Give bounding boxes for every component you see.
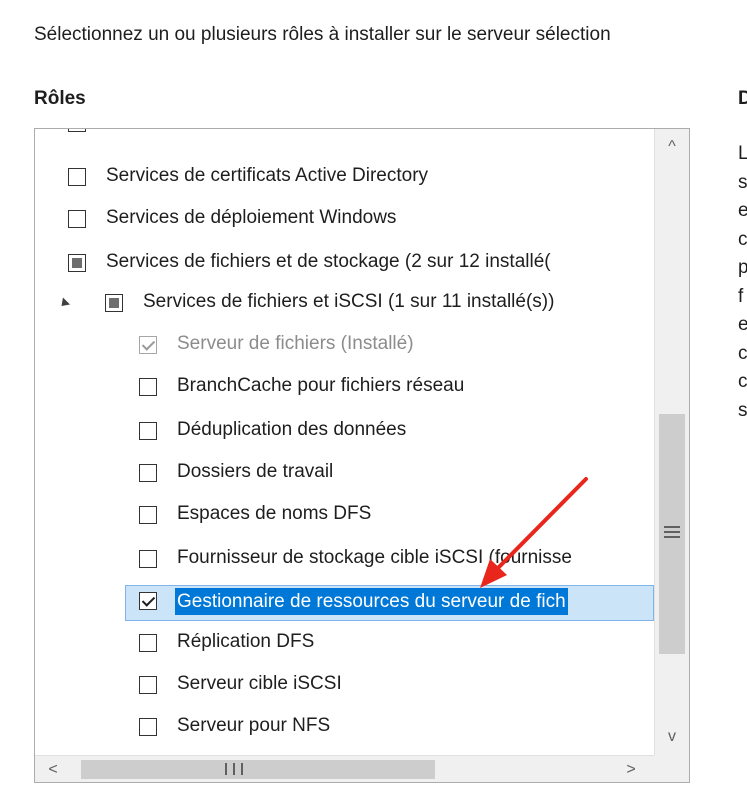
role-row[interactable]: Serveur de fichiers (Installé) (35, 329, 654, 365)
role-row[interactable]: BranchCache pour fichiers réseau (35, 371, 654, 407)
expand-collapse-icon[interactable] (57, 297, 71, 310)
role-label: Serveur cible iSCSI (177, 673, 342, 694)
description-line: f (738, 285, 744, 307)
role-checkbox[interactable] (139, 634, 157, 652)
description-line: c (738, 228, 747, 250)
role-label: Déduplication des données (177, 419, 407, 440)
role-checkbox[interactable] (139, 464, 157, 482)
horizontal-scroll-thumb[interactable] (81, 760, 435, 779)
scroll-right-arrow-icon[interactable]: > (613, 756, 649, 782)
scrollbar-corner (654, 755, 689, 782)
roles-list-viewport: Services de certificats Active Directory… (35, 129, 654, 755)
description-text: L s e c p f e c c s (738, 140, 747, 425)
role-label: BranchCache pour fichiers réseau (177, 375, 465, 396)
roles-heading: Rôles (34, 88, 86, 109)
horizontal-grip-icon (225, 763, 243, 775)
role-checkbox[interactable] (139, 378, 157, 396)
role-checkbox[interactable] (68, 129, 86, 132)
scroll-left-arrow-icon[interactable]: < (35, 756, 71, 782)
role-label: Services de fichiers et iSCSI (1 sur 11 … (143, 291, 555, 312)
description-line: L (738, 143, 747, 164)
role-checkbox[interactable] (68, 210, 86, 228)
role-label: Dossiers de travail (177, 461, 334, 482)
description-line: s (738, 399, 747, 421)
role-checkbox[interactable] (139, 506, 157, 524)
role-label: Gestionnaire de ressources du serveur de… (175, 588, 568, 615)
description-line: s (738, 171, 747, 193)
instruction-text: Sélectionnez un ou plusieurs rôles à ins… (34, 24, 611, 45)
role-checkbox[interactable] (68, 254, 86, 272)
description-line: e (738, 200, 747, 221)
scroll-up-glyph: ^ (668, 138, 676, 155)
role-checkbox[interactable] (139, 550, 157, 568)
role-label: Services de certificats Active Directory (106, 165, 429, 186)
scroll-up-arrow-icon[interactable]: ^ (655, 129, 689, 165)
vertical-grip-icon (664, 526, 680, 540)
description-line: p (738, 257, 747, 278)
role-label: Réplication DFS (177, 631, 315, 652)
add-roles-page: Sélectionnez un ou plusieurs rôles à ins… (0, 0, 747, 799)
role-row[interactable]: Fournisseur de stockage cible iSCSI (fou… (35, 543, 654, 579)
role-label: Serveur de fichiers (Installé) (177, 333, 414, 354)
description-heading: D (738, 88, 747, 109)
description-line: c (738, 342, 747, 364)
role-label: Serveur pour NFS (177, 715, 331, 736)
role-row[interactable]: Gestionnaire de ressources du serveur de… (35, 585, 654, 621)
roles-tree-list[interactable]: Services de certificats Active Directory… (34, 128, 690, 783)
role-row[interactable]: Serveur cible iSCSI (35, 669, 654, 705)
role-checkbox[interactable] (139, 718, 157, 736)
role-row[interactable]: Déduplication des données (35, 415, 654, 451)
role-row[interactable]: Services de fichiers et de stockage (2 s… (35, 247, 654, 283)
role-checkbox[interactable] (139, 676, 157, 694)
role-row[interactable]: Services de certificats Active Directory (35, 161, 654, 197)
role-checkbox[interactable] (139, 592, 157, 610)
role-label: Services de déploiement Windows (106, 207, 397, 228)
role-label: Services de fichiers et de stockage (2 s… (106, 251, 551, 272)
description-line: c (738, 371, 747, 392)
role-row[interactable]: Services de fichiers et iSCSI (1 sur 11 … (35, 287, 654, 323)
scroll-down-glyph: v (668, 728, 676, 745)
scroll-right-glyph: > (626, 761, 636, 778)
role-checkbox[interactable] (105, 294, 123, 312)
role-row[interactable]: Dossiers de travail (35, 457, 654, 493)
role-checkbox[interactable] (68, 168, 86, 186)
role-checkbox (139, 336, 157, 354)
scroll-left-glyph: < (48, 761, 58, 778)
role-label: Espaces de noms DFS (177, 503, 372, 524)
scroll-down-arrow-icon[interactable]: v (655, 719, 689, 755)
role-row[interactable]: Réplication DFS (35, 627, 654, 663)
role-checkbox[interactable] (139, 422, 157, 440)
role-row[interactable]: Serveur pour NFS (35, 711, 654, 747)
role-row[interactable] (35, 129, 654, 143)
description-line: e (738, 314, 747, 335)
vertical-scrollbar[interactable]: ^ v (654, 129, 689, 755)
role-row[interactable]: Services de déploiement Windows (35, 203, 654, 239)
role-row[interactable]: Espaces de noms DFS (35, 499, 654, 535)
horizontal-scrollbar[interactable]: < > (35, 755, 654, 782)
role-label: Fournisseur de stockage cible iSCSI (fou… (177, 547, 572, 568)
